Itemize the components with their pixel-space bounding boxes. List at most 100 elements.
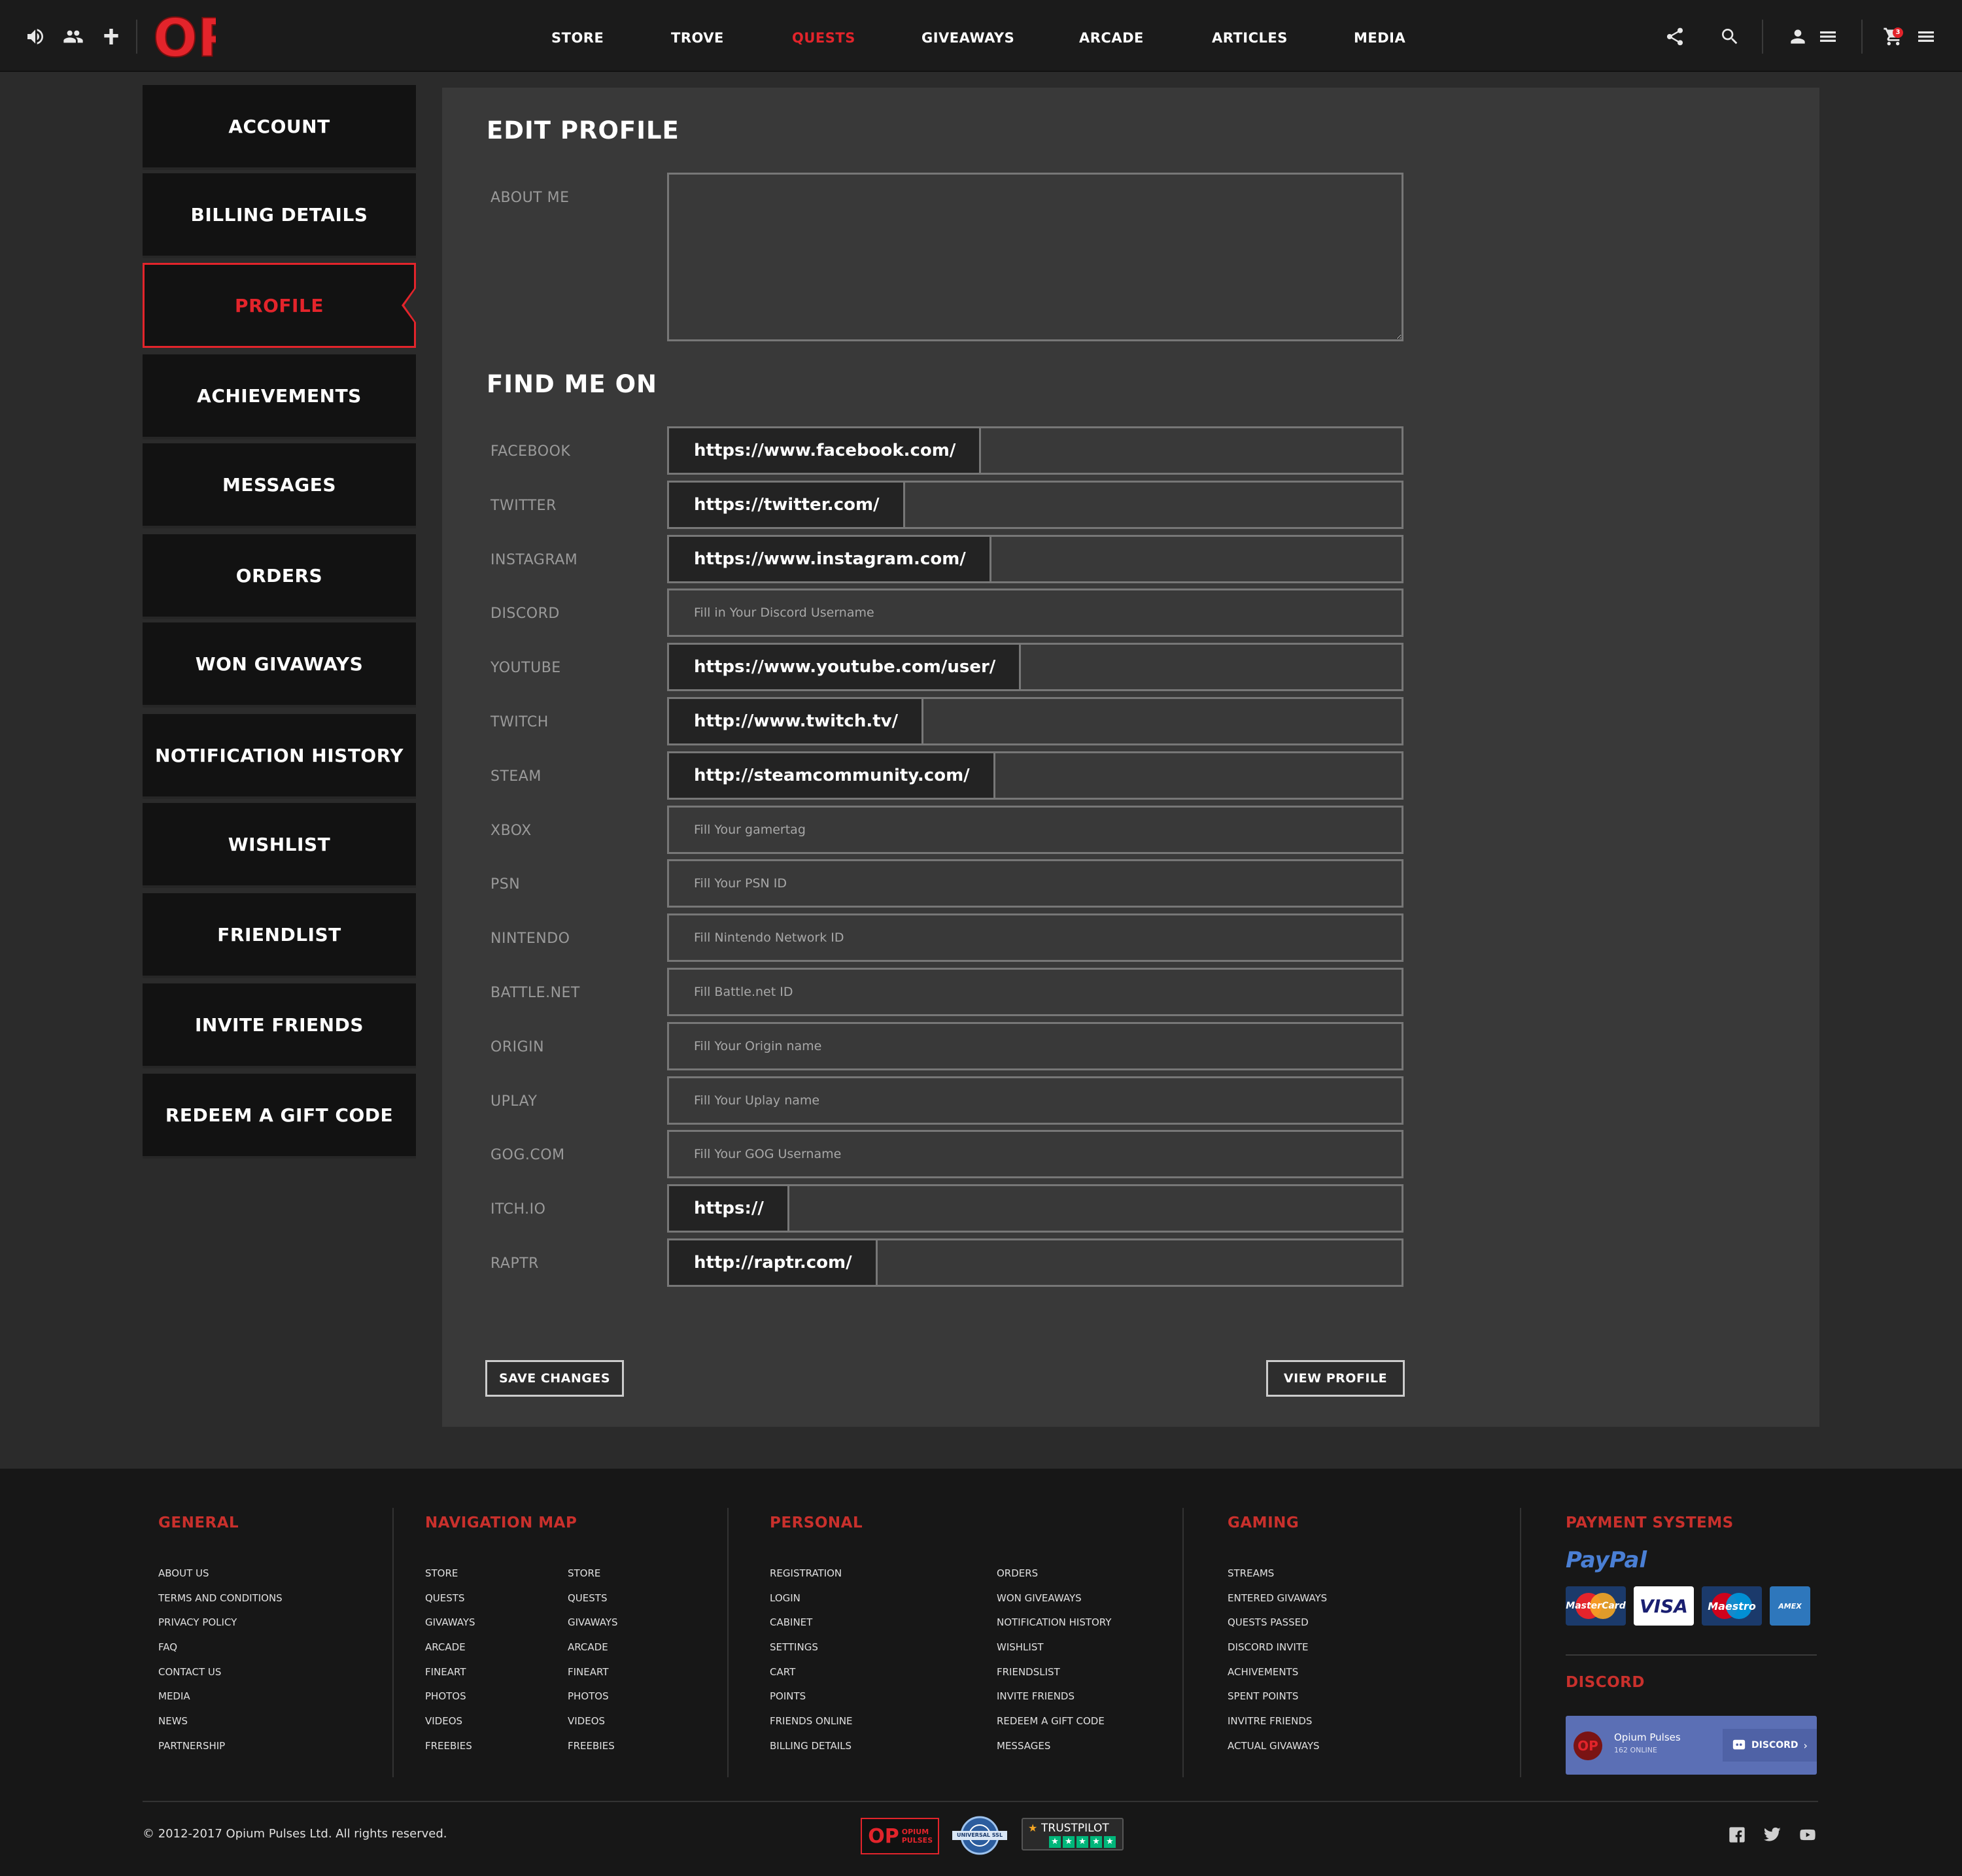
footer-link[interactable]: WON GIVEAWAYS xyxy=(997,1592,1111,1616)
discord-connect-button[interactable]: DISCORD › xyxy=(1723,1729,1817,1762)
youtube-input[interactable] xyxy=(1021,645,1402,690)
origin-input[interactable] xyxy=(669,1023,1402,1068)
footer-link[interactable]: STORE xyxy=(568,1567,618,1592)
footer-link[interactable]: VIDEOS xyxy=(425,1714,475,1739)
user-menu-icon[interactable] xyxy=(1817,26,1839,47)
sidebar-item-achievements[interactable]: ACHIEVEMENTS xyxy=(143,354,416,439)
footer-link[interactable]: QUESTS PASSED xyxy=(1228,1616,1327,1641)
footer-link[interactable]: TERMS AND CONDITIONS xyxy=(158,1592,283,1616)
nav-arcade[interactable]: ARCADE xyxy=(1079,30,1144,46)
footer-link[interactable]: GIVAWAYS xyxy=(425,1616,475,1641)
footer-link[interactable]: REGISTRATION xyxy=(770,1567,853,1592)
save-changes-button[interactable]: SAVE CHANGES xyxy=(485,1360,624,1397)
gamepad-icon[interactable] xyxy=(101,26,122,47)
instagram-input[interactable] xyxy=(991,536,1402,581)
footer-link[interactable]: MEDIA xyxy=(158,1690,283,1714)
footer-link[interactable]: LOGIN xyxy=(770,1592,853,1616)
twitter-input[interactable] xyxy=(904,482,1402,527)
footer-link[interactable]: SETTINGS xyxy=(770,1641,853,1665)
footer-link[interactable]: DISCORD INVITE xyxy=(1228,1641,1327,1665)
footer-link[interactable]: QUESTS xyxy=(568,1592,618,1616)
footer-link[interactable]: ACHIVEMENTS xyxy=(1228,1665,1327,1690)
nav-media[interactable]: MEDIA xyxy=(1354,30,1405,46)
footer-link[interactable]: PRIVACY POLICY xyxy=(158,1616,283,1641)
footer-link[interactable]: FINEART xyxy=(425,1665,475,1690)
footer-link[interactable]: ABOUT US xyxy=(158,1567,283,1592)
psn-input[interactable] xyxy=(669,861,1402,906)
footer-link[interactable]: FAQ xyxy=(158,1641,283,1665)
discord-widget[interactable]: OP Opium Pulses 162 ONLINE DISCORD › xyxy=(1566,1716,1817,1775)
nav-trove[interactable]: TROVE xyxy=(671,30,724,46)
facebook-icon[interactable] xyxy=(1728,1826,1746,1844)
battle-net-input[interactable] xyxy=(669,970,1402,1014)
footer-link[interactable]: CONTACT US xyxy=(158,1665,283,1690)
nintendo-input[interactable] xyxy=(669,915,1402,961)
footer-link[interactable]: WISHLIST xyxy=(997,1641,1111,1665)
sidebar-item-invite-friends[interactable]: INVITE FRIENDS xyxy=(143,983,416,1068)
footer-link[interactable]: CART xyxy=(770,1665,853,1690)
footer-link[interactable]: CABINET xyxy=(770,1616,853,1641)
facebook-input[interactable] xyxy=(981,428,1402,473)
footer-link[interactable]: POINTS xyxy=(770,1690,853,1714)
xbox-input[interactable] xyxy=(669,807,1402,852)
footer-link[interactable]: INVITRE FRIENDS xyxy=(1228,1714,1327,1739)
twitter-icon[interactable] xyxy=(1763,1826,1781,1844)
youtube-icon[interactable] xyxy=(1798,1826,1817,1844)
sidebar-item-billing-details[interactable]: BILLING DETAILS xyxy=(143,173,416,258)
nav-giveaways[interactable]: GIVEAWAYS xyxy=(921,30,1014,46)
main-menu-icon[interactable] xyxy=(1915,26,1937,47)
trustpilot-badge[interactable]: ★ TRUSTPILOT ★ ★ ★ ★ ★ xyxy=(1022,1818,1124,1850)
footer-link[interactable]: NOTIFICATION HISTORY xyxy=(997,1616,1111,1641)
footer-link[interactable]: FRIENDS ONLINE xyxy=(770,1714,853,1739)
footer-link[interactable]: FREEBIES xyxy=(425,1739,475,1764)
sidebar-item-friendlist[interactable]: FRIENDLIST xyxy=(143,893,416,978)
sidebar-item-account[interactable]: ACCOUNT xyxy=(143,85,416,170)
footer-link[interactable]: FINEART xyxy=(568,1665,618,1690)
discord-input[interactable] xyxy=(669,590,1402,636)
footer-link[interactable]: PHOTOS xyxy=(425,1690,475,1714)
share-icon[interactable] xyxy=(1664,26,1686,47)
footer-link[interactable]: FREEBIES xyxy=(568,1739,618,1764)
footer-link[interactable]: MESSAGES xyxy=(997,1739,1111,1764)
user-icon[interactable] xyxy=(1787,26,1809,47)
footer-link[interactable]: PHOTOS xyxy=(568,1690,618,1714)
footer-link[interactable]: FRIENDSLIST xyxy=(997,1665,1111,1690)
twitch-input[interactable] xyxy=(923,699,1402,743)
footer-link[interactable]: INVITE FRIENDS xyxy=(997,1690,1111,1714)
sidebar-item-wishlist[interactable]: WISHLIST xyxy=(143,803,416,888)
view-profile-button[interactable]: VIEW PROFILE xyxy=(1266,1360,1405,1397)
footer-link[interactable]: GIVAWAYS xyxy=(568,1616,618,1641)
steam-input[interactable] xyxy=(995,753,1402,798)
sidebar-item-profile[interactable]: PROFILE xyxy=(143,263,416,348)
footer-link[interactable]: ACTUAL GIVAWAYS xyxy=(1228,1739,1327,1764)
ssl-badge[interactable]: UNIVERSAL SSL xyxy=(950,1814,1010,1857)
raptr-input[interactable] xyxy=(877,1240,1402,1285)
users-icon[interactable] xyxy=(63,26,84,47)
sound-icon[interactable] xyxy=(25,26,46,47)
sidebar-item-won-giveaways[interactable]: WON GIVAWAYS xyxy=(143,622,416,708)
footer-link[interactable]: STREAMS xyxy=(1228,1567,1327,1592)
footer-link[interactable]: BILLING DETAILS xyxy=(770,1739,853,1764)
footer-link[interactable]: NEWS xyxy=(158,1714,283,1739)
sidebar-item-notification-history[interactable]: NOTIFICATION HISTORY xyxy=(143,714,416,799)
about-me-textarea[interactable] xyxy=(667,173,1403,341)
op-logo[interactable]: OP xyxy=(150,7,237,69)
uplay-input[interactable] xyxy=(669,1078,1402,1123)
sidebar-item-messages[interactable]: MESSAGES xyxy=(143,443,416,528)
footer-link[interactable]: STORE xyxy=(425,1567,475,1592)
sidebar-item-redeem-gift-code[interactable]: REDEEM A GIFT CODE xyxy=(143,1074,416,1159)
footer-link[interactable]: ARCADE xyxy=(568,1641,618,1665)
footer-link[interactable]: VIDEOS xyxy=(568,1714,618,1739)
search-icon[interactable] xyxy=(1719,26,1741,47)
sidebar-item-orders[interactable]: ORDERS xyxy=(143,534,416,619)
footer-link[interactable]: SPENT POINTS xyxy=(1228,1690,1327,1714)
footer-link[interactable]: QUESTS xyxy=(425,1592,475,1616)
nav-articles[interactable]: ARTICLES xyxy=(1212,30,1288,46)
gog-com-input[interactable] xyxy=(669,1132,1402,1177)
footer-link[interactable]: ARCADE xyxy=(425,1641,475,1665)
nav-store[interactable]: STORE xyxy=(551,30,604,46)
footer-link[interactable]: PARTNERSHIP xyxy=(158,1739,283,1764)
footer-link[interactable]: ENTERED GIVAWAYS xyxy=(1228,1592,1327,1616)
itch-io-input[interactable] xyxy=(789,1186,1402,1231)
footer-link[interactable]: REDEEM A GIFT CODE xyxy=(997,1714,1111,1739)
